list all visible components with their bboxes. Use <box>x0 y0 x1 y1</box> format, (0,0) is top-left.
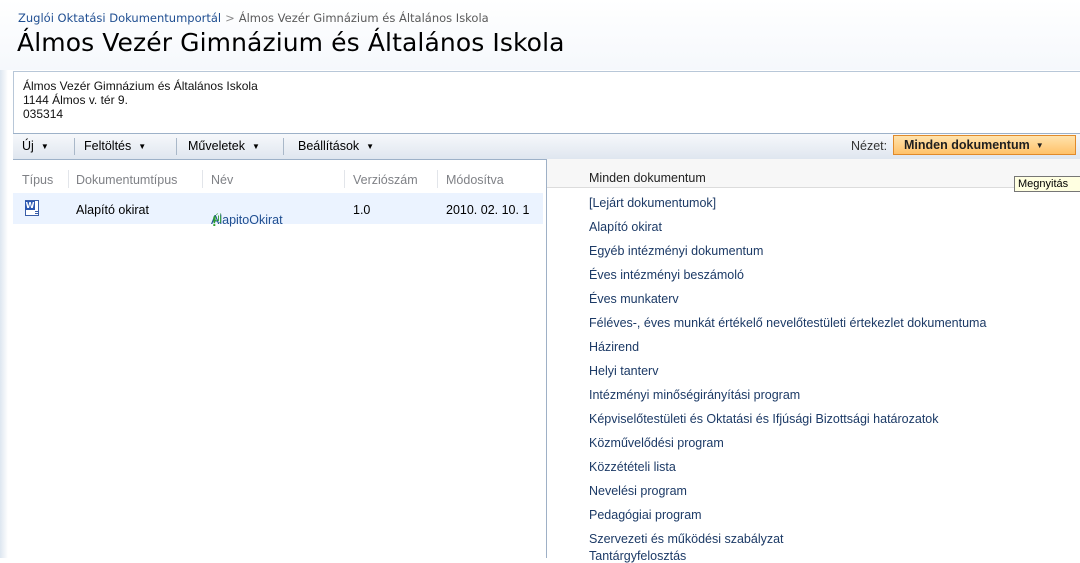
menu-item-label: Minden dokumentum <box>589 171 706 185</box>
column-separator <box>68 170 69 188</box>
cell-modified: 2010. 02. 10. 1 <box>446 203 530 217</box>
column-header-modified[interactable]: Módosítva <box>446 173 504 187</box>
toolbar-divider <box>283 138 284 155</box>
menu-item-culture-program[interactable]: Közművelődési program <box>589 436 724 450</box>
table-row[interactable]: Alapító okirat AlapitoOkiratúj! 1.0 2010… <box>13 193 543 229</box>
view-selector[interactable]: Minden dokumentum ▼ <box>893 135 1076 155</box>
description-line-name: Álmos Vezér Gimnázium és Általános Iskol… <box>23 79 258 93</box>
chevron-down-icon: ▼ <box>366 142 375 151</box>
upload-menu-label: Feltöltés <box>84 139 132 153</box>
column-header-doc-type[interactable]: Dokumentumtípus <box>76 173 177 187</box>
menu-item-founding-charter[interactable]: Alapító okirat <box>589 220 662 234</box>
left-nav-edge <box>0 70 8 558</box>
grid-header: Típus Dokumentumtípus Név Verziószám Mód… <box>13 166 543 192</box>
breadcrumb-separator: > <box>225 11 235 25</box>
description-line-id: 035314 <box>23 107 64 121</box>
library-description: Álmos Vezér Gimnázium és Általános Iskol… <box>13 71 1080 133</box>
menu-item-education-program[interactable]: Nevelési program <box>589 484 687 498</box>
actions-menu-button[interactable]: Műveletek ▼ <box>188 139 260 155</box>
settings-menu-button[interactable]: Beállítások ▼ <box>298 139 374 155</box>
menu-item-expired[interactable]: [Lejárt dokumentumok] <box>589 196 716 210</box>
breadcrumb: Zuglói Oktatási Dokumentumportál > Álmos V… <box>18 11 489 25</box>
settings-menu-label: Beállítások <box>298 139 360 153</box>
new-mark-icon: ! <box>212 213 217 229</box>
menu-item-annual-plan[interactable]: Éves munkaterv <box>589 292 679 306</box>
column-header-name[interactable]: Név <box>211 173 233 187</box>
menu-item-current-view[interactable]: Minden dokumentum <box>547 159 1080 188</box>
column-separator <box>344 170 345 188</box>
column-separator <box>202 170 203 188</box>
menu-item-pedagogical-program[interactable]: Pedagógiai program <box>589 508 702 522</box>
actions-menu-label: Műveletek <box>188 139 245 153</box>
menu-item-council-resolutions[interactable]: Képviselőtestületi és Oktatási és Ifjúsá… <box>589 412 939 426</box>
page-header: Zuglói Oktatási Dokumentumportál > Álmos V… <box>0 0 1080 70</box>
menu-item-other-docs[interactable]: Egyéb intézményi dokumentum <box>589 244 763 258</box>
breadcrumb-portal-link[interactable]: Zuglói Oktatási Dokumentumportál <box>18 11 221 25</box>
description-line-address: 1144 Álmos v. tér 9. <box>23 93 128 107</box>
column-header-version[interactable]: Verziószám <box>353 173 418 187</box>
upload-menu-button[interactable]: Feltöltés ▼ <box>84 139 146 155</box>
menu-item-local-curriculum[interactable]: Helyi tanterv <box>589 364 658 378</box>
menu-item-house-rules[interactable]: Házirend <box>589 340 639 354</box>
menu-item-org-rules[interactable]: Szervezeti és működési szabályzat <box>589 532 784 546</box>
menu-item-annual-report[interactable]: Éves intézményi beszámoló <box>589 268 744 282</box>
cell-doc-type: Alapító okirat <box>76 203 149 217</box>
toolbar-divider <box>74 138 75 155</box>
menu-item-evaluation-meeting[interactable]: Féléves-, éves munkát értékelő nevelőtes… <box>589 316 986 330</box>
word-document-icon[interactable] <box>25 200 39 216</box>
column-header-type[interactable]: Típus <box>22 173 53 187</box>
chevron-down-icon: ▼ <box>1035 141 1044 150</box>
tooltip: Megnyitás <box>1014 176 1080 192</box>
view-dropdown-menu: Minden dokumentum [Lejárt dokumentumok] … <box>546 159 1080 563</box>
toolbar-divider <box>176 138 177 155</box>
menu-item-quality-program[interactable]: Intézményi minőségirányítási program <box>589 388 800 402</box>
cell-version: 1.0 <box>353 203 371 217</box>
new-menu-button[interactable]: Új ▼ <box>22 139 49 155</box>
list-toolbar: Új ▼ Feltöltés ▼ Műveletek ▼ Beállítások ▼ N… <box>13 133 1080 160</box>
chevron-down-icon: ▼ <box>251 142 260 151</box>
column-separator <box>437 170 438 188</box>
new-menu-label: Új <box>22 139 34 153</box>
menu-item-subject-allocation[interactable]: Tantárgyfelosztás <box>589 549 686 563</box>
chevron-down-icon: ▼ <box>40 142 49 151</box>
chevron-down-icon: ▼ <box>138 142 147 151</box>
view-label: Nézet: <box>851 139 888 153</box>
view-selector-value: Minden dokumentum <box>904 138 1030 152</box>
breadcrumb-current: Álmos Vezér Gimnázium és Általános Iskol… <box>238 11 489 25</box>
menu-item-publication-list[interactable]: Közzétételi lista <box>589 460 676 474</box>
page-title: Álmos Vezér Gimnázium és Általános Iskol… <box>17 28 565 57</box>
